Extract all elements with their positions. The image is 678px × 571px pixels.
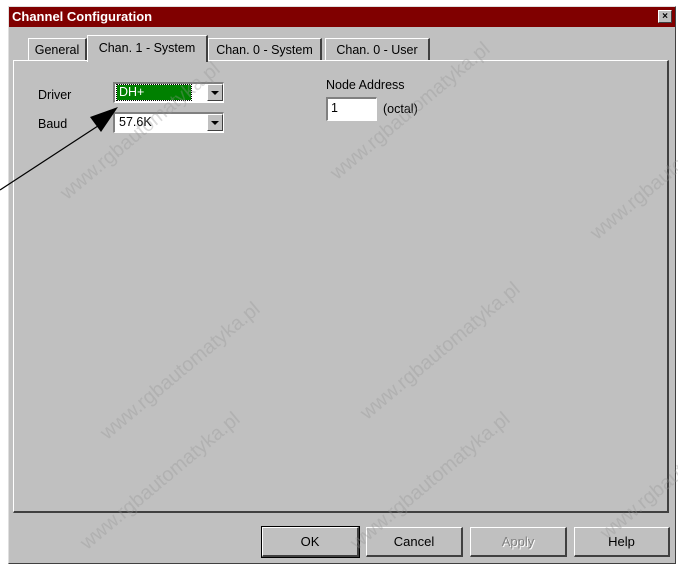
tab-chan-1-system-label: Chan. 1 - System — [98, 41, 196, 55]
chevron-down-icon[interactable] — [207, 84, 223, 101]
ok-button[interactable]: OK — [261, 526, 360, 558]
node-address-unit: (octal) — [383, 102, 418, 116]
baud-label: Baud — [38, 117, 68, 131]
tab-chan-0-user-label: Chan. 0 - User — [336, 43, 418, 57]
tab-general-label: General — [34, 43, 80, 57]
cancel-button[interactable]: Cancel — [366, 527, 463, 557]
apply-button[interactable]: Apply — [470, 527, 567, 557]
node-address-label: Node Address — [326, 78, 405, 92]
baud-select[interactable]: 57.6K — [113, 112, 224, 133]
tab-chan-0-user[interactable]: Chan. 0 - User — [325, 38, 430, 61]
tab-chan-0-system-label: Chan. 0 - System — [216, 43, 313, 57]
baud-select-value: 57.6K — [119, 115, 152, 129]
close-icon: × — [662, 11, 668, 22]
node-address-input[interactable]: 1 — [326, 97, 377, 121]
tab-general[interactable]: General — [28, 38, 87, 61]
driver-label: Driver — [38, 88, 72, 102]
driver-select[interactable]: DH+ — [113, 82, 224, 103]
tab-panel: Driver DH+ Baud 57.6K Node Address 1 (oc… — [13, 60, 669, 513]
close-button[interactable]: × — [658, 10, 672, 23]
title-bar: Channel Configuration × — [9, 7, 675, 27]
help-button[interactable]: Help — [574, 527, 670, 557]
driver-select-value: DH+ — [116, 84, 192, 101]
tab-chan-0-system[interactable]: Chan. 0 - System — [208, 38, 322, 61]
tab-chan-1-system[interactable]: Chan. 1 - System — [87, 35, 208, 62]
chevron-down-icon[interactable] — [207, 114, 223, 131]
window-title: Channel Configuration — [12, 9, 153, 24]
